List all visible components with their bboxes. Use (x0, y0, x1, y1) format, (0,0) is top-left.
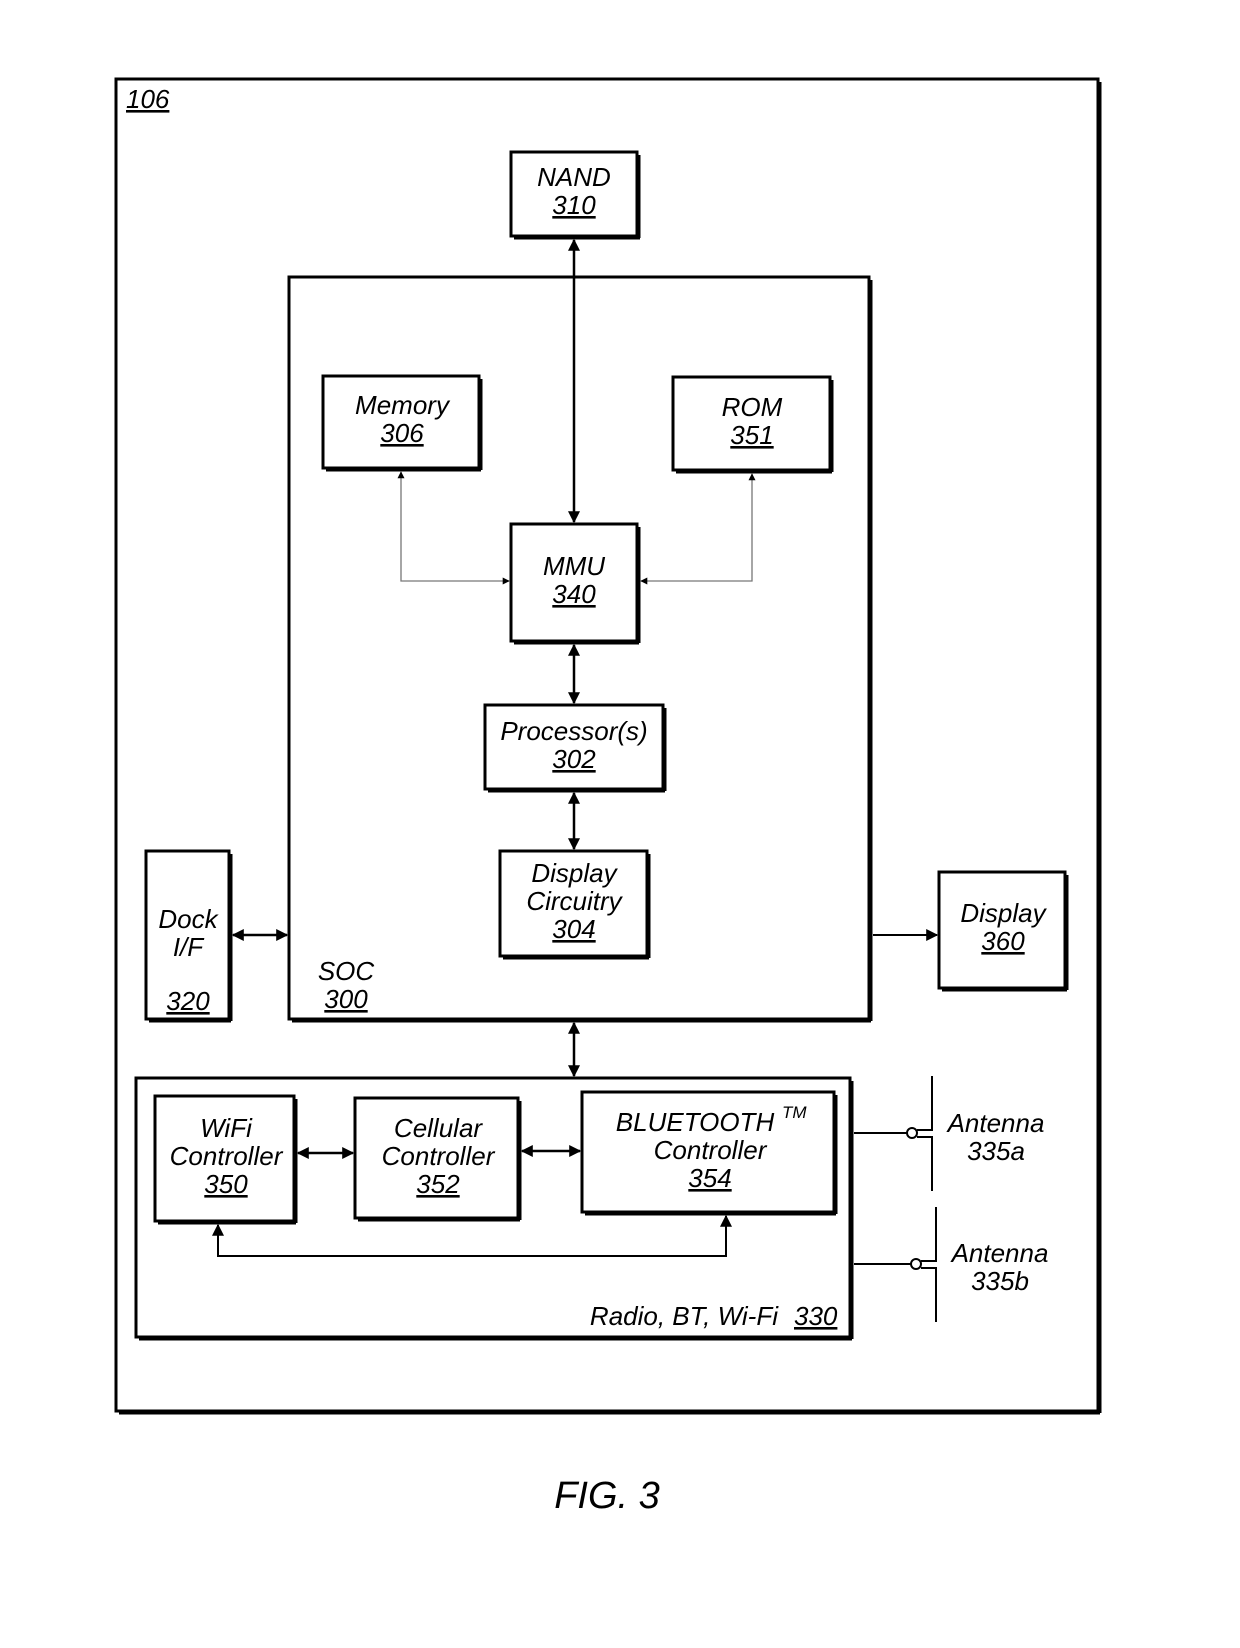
display-label: Display (960, 898, 1047, 928)
rom-label: ROM (722, 392, 783, 422)
wifi-label-1: WiFi (200, 1113, 253, 1143)
processor-block[interactable]: Processor(s) 302 (483, 703, 667, 793)
dock-ref: 320 (166, 986, 210, 1016)
display-circuitry-label-2: Circuitry (526, 886, 623, 916)
display-circuitry-ref: 304 (552, 914, 595, 944)
cellular-label-2: Controller (382, 1141, 496, 1171)
dock-label-1: Dock (158, 904, 219, 934)
antenna-a-label: Antenna (946, 1108, 1045, 1138)
bluetooth-ref: 354 (688, 1163, 731, 1193)
processor-label: Processor(s) (500, 716, 647, 746)
dock-label-2: I/F (173, 932, 205, 962)
soc-label: SOC (318, 956, 375, 986)
figure-caption: FIG. 3 (554, 1475, 660, 1517)
cellular-controller-block[interactable]: Cellular Controller 352 (353, 1096, 522, 1222)
block-diagram: 106 NAND 310 SOC 300 Memory 306 ROM 351 (114, 77, 1102, 1517)
wifi-label-2: Controller (170, 1141, 284, 1171)
display-ref: 360 (981, 926, 1025, 956)
bluetooth-trademark: TM (782, 1103, 807, 1122)
cellular-label-1: Cellular (394, 1113, 483, 1143)
rom-block[interactable]: ROM 351 (671, 375, 834, 474)
bluetooth-label-1: BLUETOOTH (616, 1107, 775, 1137)
memory-block[interactable]: Memory 306 (321, 374, 483, 472)
antenna-335b: Antenna 335b (854, 1207, 1048, 1322)
nand-block[interactable]: NAND 310 (509, 150, 641, 240)
nand-label: NAND (537, 162, 611, 192)
device-ref: 106 (126, 84, 170, 114)
dock-if-block[interactable]: Dock I/F 320 (144, 849, 233, 1023)
bluetooth-label-2: Controller (654, 1135, 768, 1165)
memory-ref: 306 (380, 418, 424, 448)
memory-mmu-link (397, 471, 510, 585)
radio-label: Radio, BT, Wi-Fi (590, 1301, 779, 1331)
antenna-b-label: Antenna (950, 1238, 1049, 1268)
antenna-a-ref: 335a (967, 1136, 1025, 1166)
display-circuitry-label-1: Display (531, 858, 618, 888)
mmu-block[interactable]: MMU 340 (509, 522, 641, 645)
bluetooth-controller-block[interactable]: BLUETOOTH TM Controller 354 (580, 1090, 838, 1216)
rom-mmu-link (640, 473, 756, 585)
radio-ref: 330 (794, 1301, 838, 1331)
antenna-b-ref: 335b (971, 1266, 1029, 1296)
display-block[interactable]: Display 360 (937, 870, 1069, 992)
rom-ref: 351 (730, 420, 773, 450)
antenna-335a: Antenna 335a (854, 1076, 1044, 1191)
display-circuitry-block[interactable]: Display Circuitry 304 (498, 849, 651, 960)
cellular-ref: 352 (416, 1169, 460, 1199)
processor-ref: 302 (552, 744, 596, 774)
mmu-ref: 340 (552, 579, 596, 609)
soc-ref: 300 (324, 984, 368, 1014)
memory-label: Memory (355, 390, 451, 420)
nand-ref: 310 (552, 190, 596, 220)
wifi-controller-block[interactable]: WiFi Controller 350 (153, 1094, 298, 1225)
wifi-ref: 350 (204, 1169, 248, 1199)
mmu-label: MMU (543, 551, 605, 581)
